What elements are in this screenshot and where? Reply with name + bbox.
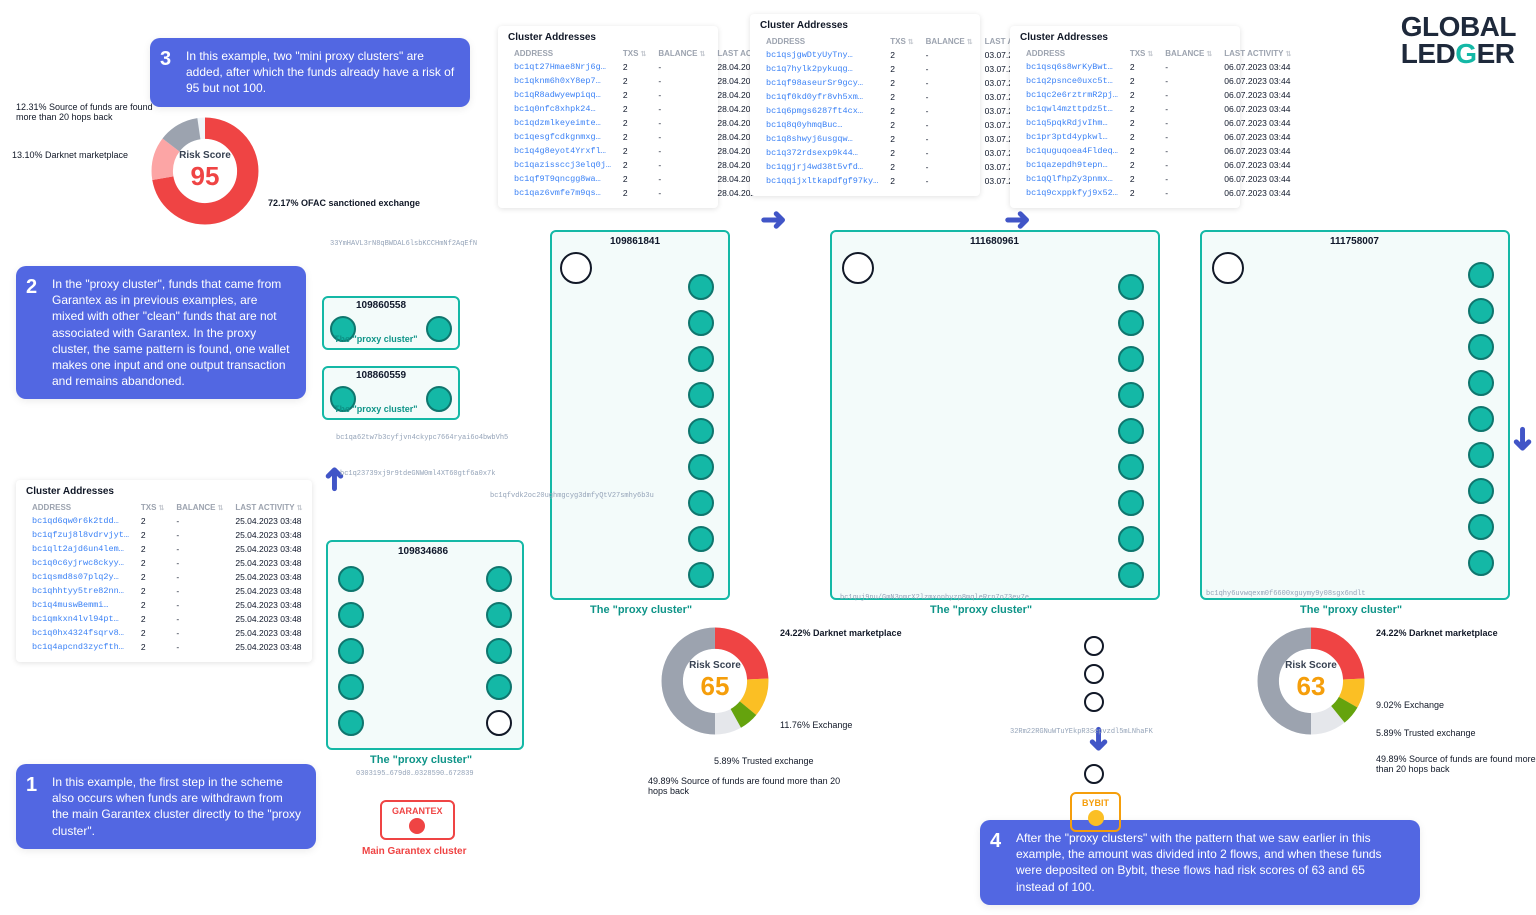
garantex-label: Main Garantex cluster bbox=[362, 846, 466, 857]
table-row[interactable]: bc1qaz6vmfe7m9qs…2-28.04.2023 00:33 bbox=[508, 186, 790, 200]
proxy-label: The "proxy cluster" bbox=[334, 334, 418, 344]
table-row[interactable]: bc1qhhtyy5tre82nn…2-25.04.2023 03:48 bbox=[26, 584, 308, 598]
garantex-endpoint: GARANTEX bbox=[380, 800, 455, 840]
table-row[interactable]: bc1qsq6s8wrKyBwt…2-06.07.2023 03:44 bbox=[1020, 60, 1297, 74]
donut65-label-darknet: 24.22% Darknet marketplace bbox=[780, 628, 902, 638]
table-row[interactable]: bc1qf9T9qncgg8wa…2-28.04.2023 00:33 bbox=[508, 172, 790, 186]
cluster-id: 109861841 bbox=[610, 236, 660, 247]
table-row[interactable]: bc1q0c6yjrwc8ckyy…2-25.04.2023 03:48 bbox=[26, 556, 308, 570]
callout-1-text: In this example, the first step in the s… bbox=[52, 775, 301, 838]
callout-4-text: After the "proxy clusters" with the patt… bbox=[1016, 831, 1382, 894]
callout-3: In this example, two "mini proxy cluster… bbox=[150, 38, 470, 107]
donut95-label-hops: 12.31% Source of funds are found more th… bbox=[16, 102, 156, 122]
risk-score-95-donut: Risk Score95 bbox=[150, 116, 260, 226]
donut65-label-exch: 11.76% Exchange bbox=[780, 720, 852, 730]
table-row[interactable]: bc1q4muswBemmi…2-25.04.2023 03:48 bbox=[26, 598, 308, 612]
table-row[interactable]: bc1pr3ptd4ypkwl…2-06.07.2023 03:44 bbox=[1020, 130, 1297, 144]
table-row[interactable]: bc1qazissccj3elq0j…2-28.04.2023 00:33 bbox=[508, 158, 790, 172]
table-row[interactable]: bc1qazepdh9tepn…2-06.07.2023 03:44 bbox=[1020, 158, 1297, 172]
donut63-label-exch: 9.02% Exchange bbox=[1376, 700, 1444, 710]
table-row[interactable]: bc1qc2e6rztrmR2pj…2-06.07.2023 03:44 bbox=[1020, 88, 1297, 102]
table-row[interactable]: bc1q0nfc8xhpk24…2-28.04.2023 00:33 bbox=[508, 102, 790, 116]
cluster-table-4: Cluster Addresses ADDRESSTXS⇅BALANCE⇅LAS… bbox=[1010, 26, 1240, 208]
cluster-table-2: Cluster Addresses ADDRESSTXS⇅BALANCE⇅LAS… bbox=[498, 26, 718, 208]
table-row[interactable]: bc1qt27Hmae8Nrj6g…2-28.04.2023 00:33 bbox=[508, 60, 790, 74]
table-title: Cluster Addresses bbox=[1020, 32, 1230, 43]
table-row[interactable]: bc1q5pqkRdjvIhm…2-06.07.2023 03:44 bbox=[1020, 116, 1297, 130]
donut95-label-darknet: 13.10% Darknet marketplace bbox=[12, 150, 128, 160]
sort-icon[interactable]: ⇅ bbox=[217, 505, 223, 512]
table-row[interactable]: bc1qsmd8s07plq2y…2-25.04.2023 03:48 bbox=[26, 570, 308, 584]
proxy-label: The "proxy cluster" bbox=[1300, 604, 1402, 616]
arrow-right-icon: ➜ bbox=[1004, 200, 1031, 238]
cluster-table-3: Cluster Addresses ADDRESSTXS⇅BALANCE⇅LAS… bbox=[750, 14, 980, 196]
table-row[interactable]: bc1quguqoea4Fldeq…2-06.07.2023 03:44 bbox=[1020, 144, 1297, 158]
donut65-label-hops: 49.89% Source of funds are found more th… bbox=[648, 776, 848, 796]
callout-2: In the "proxy cluster", funds that came … bbox=[16, 266, 306, 399]
callout-1: In this example, the first step in the s… bbox=[16, 764, 316, 849]
donut63-label-trusted: 5.89% Trusted exchange bbox=[1376, 728, 1476, 738]
cluster-id: 109834686 bbox=[398, 546, 448, 557]
donut-label: Risk Score bbox=[179, 150, 231, 161]
table-row[interactable]: bc1qmkxn4lvl94pt…2-25.04.2023 03:48 bbox=[26, 612, 308, 626]
bybit-endpoint: BYBIT bbox=[1070, 792, 1121, 832]
table-row[interactable]: bc1qknm6h0xY8ep7…2-28.04.2023 00:33 bbox=[508, 74, 790, 88]
table-row[interactable]: bc1qd6qw0r6k2tdd…2-25.04.2023 03:48 bbox=[26, 514, 308, 528]
donut63-label-hops: 49.89% Source of funds are found more th… bbox=[1376, 754, 1536, 774]
cluster-id: 108860559 bbox=[356, 370, 406, 381]
donut65-label-trusted: 5.89% Trusted exchange bbox=[714, 756, 814, 766]
risk-score-63-donut: Risk Score63 bbox=[1256, 626, 1366, 736]
table-row[interactable]: bc1qQlfhpZy3pnmx…2-06.07.2023 03:44 bbox=[1020, 172, 1297, 186]
table-row[interactable]: bc1q2psnce0uxc5t…2-06.07.2023 03:44 bbox=[1020, 74, 1297, 88]
table-row[interactable]: bc1qR8adwyewpiqq…2-28.04.2023 00:33 bbox=[508, 88, 790, 102]
table-title: Cluster Addresses bbox=[508, 32, 708, 43]
proxy-label: The "proxy cluster" bbox=[370, 754, 472, 766]
donut95-label-ofac: 72.17% OFAC sanctioned exchange bbox=[268, 198, 420, 208]
global-ledger-logo: GLOBAL LEDGER bbox=[1401, 14, 1516, 67]
table-row[interactable]: bc1qwl4mzttpdz5t…2-06.07.2023 03:44 bbox=[1020, 102, 1297, 116]
callout-4: After the "proxy clusters" with the patt… bbox=[980, 820, 1420, 905]
table-row[interactable]: bc1q4g8eyot4Yrxfl…2-28.04.2023 00:33 bbox=[508, 144, 790, 158]
risk-score-65-donut: Risk Score65 bbox=[660, 626, 770, 736]
proxy-label: The "proxy cluster" bbox=[590, 604, 692, 616]
proxy-cluster-f bbox=[1200, 230, 1510, 600]
table-row[interactable]: bc1q4apcnd3zycfth…2-25.04.2023 03:48 bbox=[26, 640, 308, 654]
arrow-down-icon: ➜ bbox=[1504, 426, 1536, 453]
table-row[interactable]: bc1q9cxppkfyj9x52…2-06.07.2023 03:44 bbox=[1020, 186, 1297, 200]
proxy-label: The "proxy cluster" bbox=[930, 604, 1032, 616]
sort-icon[interactable]: ⇅ bbox=[297, 505, 303, 512]
callout-3-text: In this example, two "mini proxy cluster… bbox=[186, 49, 454, 95]
cluster-table-1: Cluster Addresses ADDRESS TXS⇅ BALANCE⇅ … bbox=[16, 480, 312, 662]
table-row[interactable]: bc1qfzuj8l8vdrvjyt…2-25.04.2023 03:48 bbox=[26, 528, 308, 542]
table-row[interactable]: bc1qdzmlkeyeimte…2-28.04.2023 00:33 bbox=[508, 116, 790, 130]
donut63-label-darknet: 24.22% Darknet marketplace bbox=[1376, 628, 1498, 638]
table-row[interactable]: bc1qesgfcdkgnmxg…2-28.04.2023 00:33 bbox=[508, 130, 790, 144]
sort-icon[interactable]: ⇅ bbox=[158, 505, 164, 512]
arrow-right-icon: ➜ bbox=[760, 200, 787, 238]
cluster-id: 111758007 bbox=[1330, 236, 1379, 247]
proxy-cluster-e bbox=[830, 230, 1160, 600]
table-row[interactable]: bc1q0hx4324fsqrv8…2-25.04.2023 03:48 bbox=[26, 626, 308, 640]
table-title: Cluster Addresses bbox=[760, 20, 970, 31]
cluster-id: 109860558 bbox=[356, 300, 406, 311]
table-title: Cluster Addresses bbox=[26, 486, 302, 497]
callout-2-text: In the "proxy cluster", funds that came … bbox=[52, 277, 289, 388]
donut-value: 95 bbox=[191, 161, 220, 192]
proxy-label: The "proxy cluster" bbox=[334, 404, 418, 414]
table-row[interactable]: bc1qlt2ajd6un4lem…2-25.04.2023 03:48 bbox=[26, 542, 308, 556]
